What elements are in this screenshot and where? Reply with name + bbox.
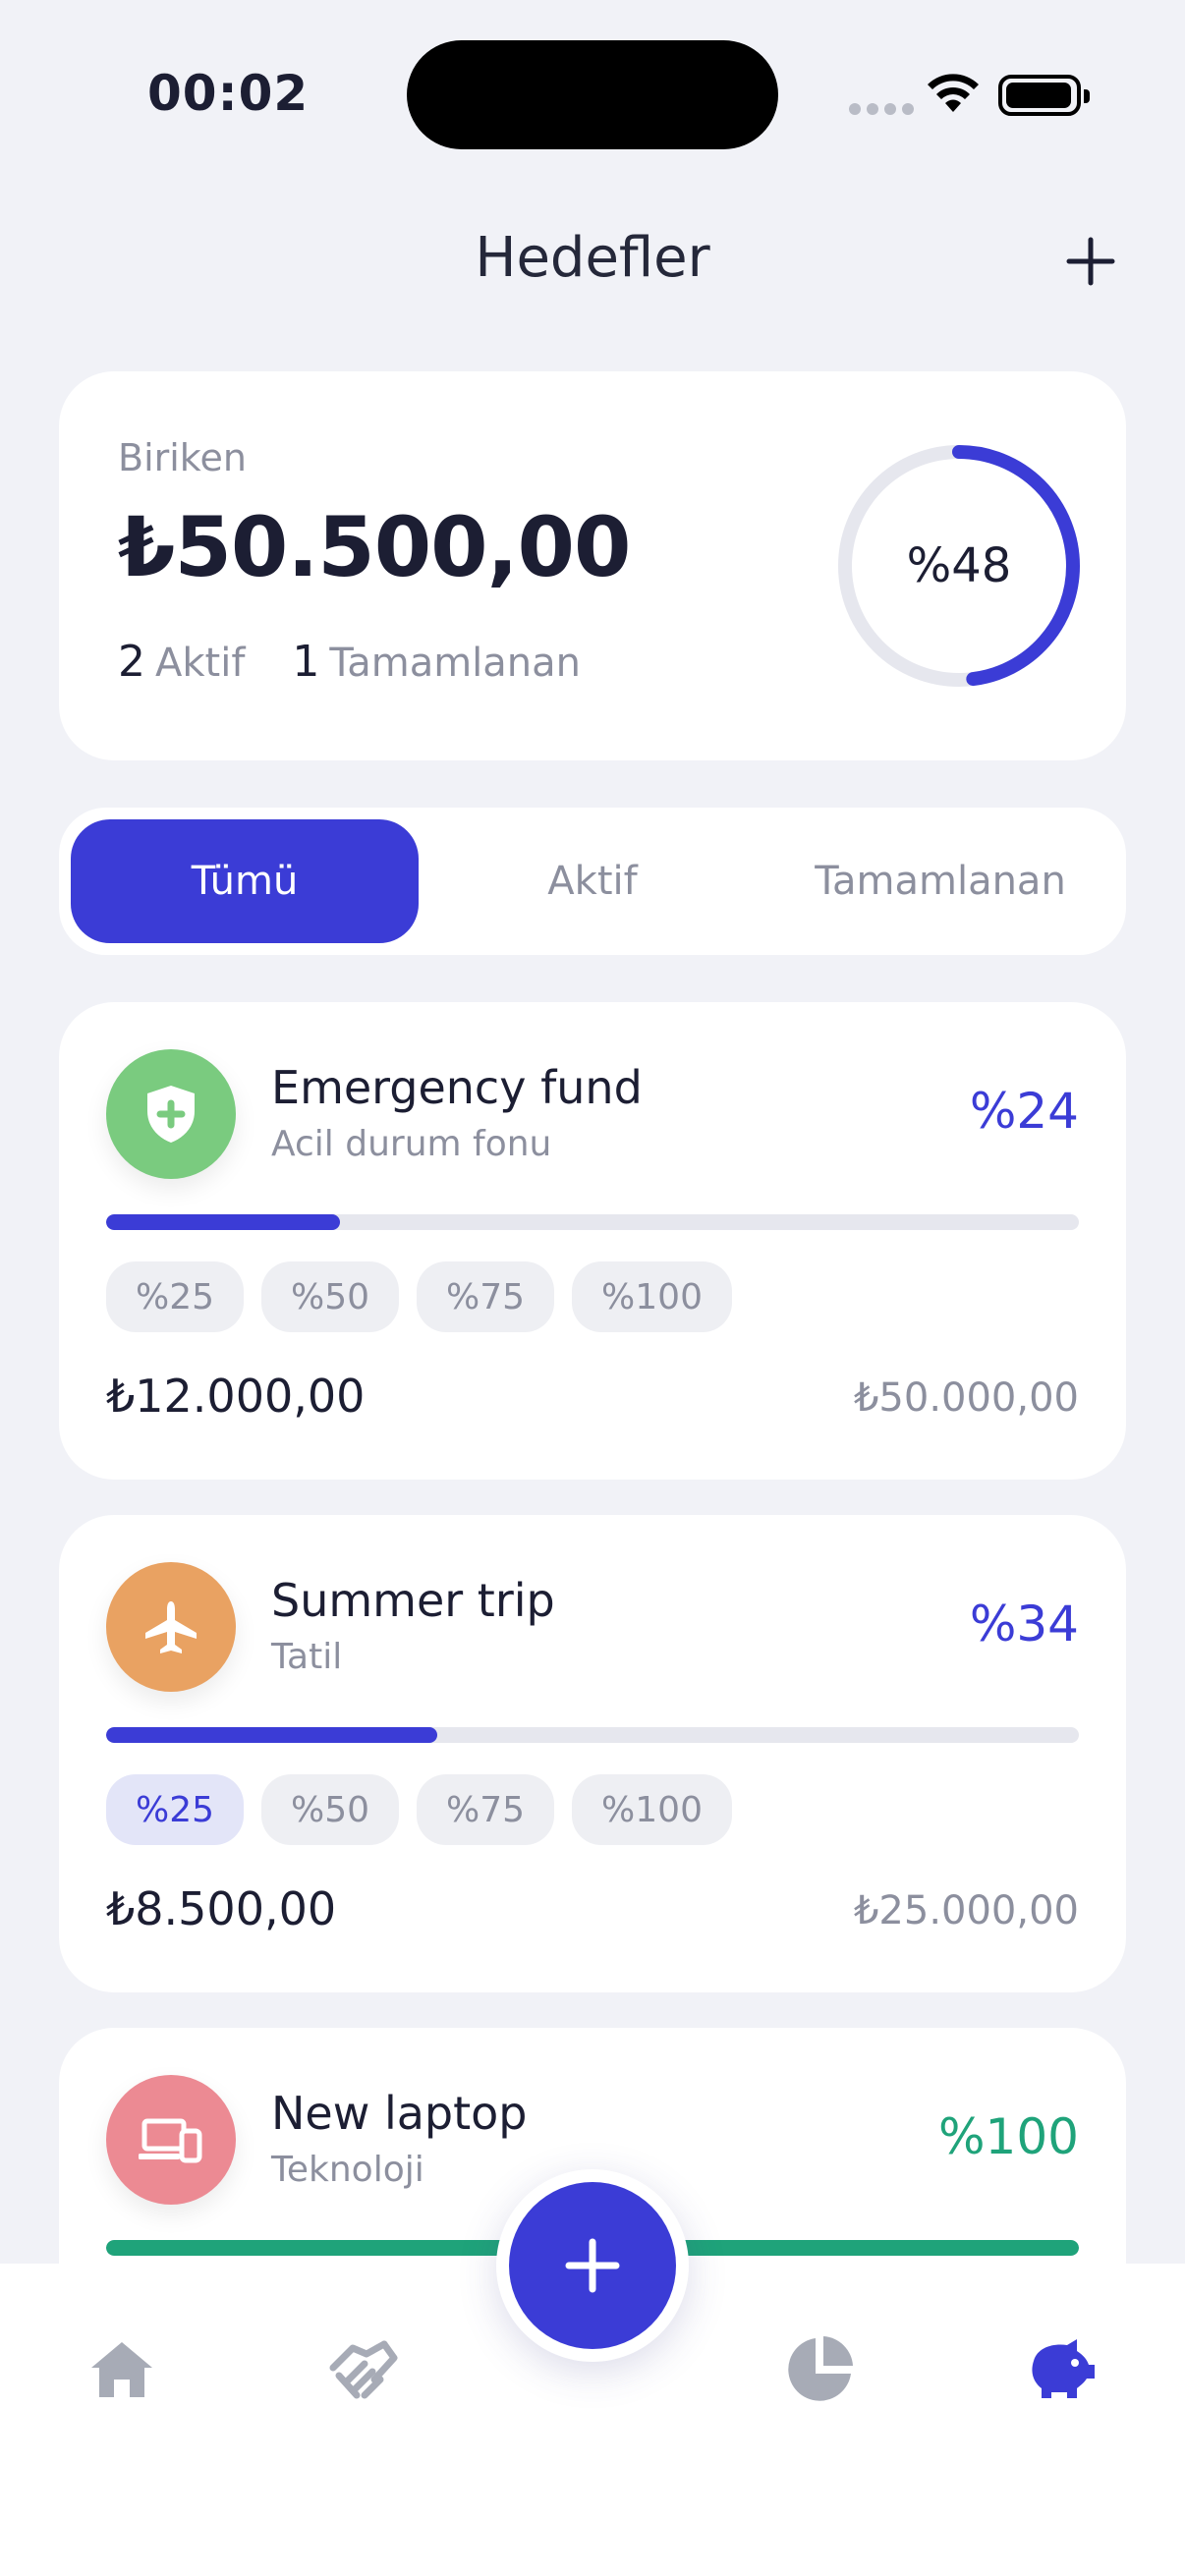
- handshake-icon: [329, 2340, 398, 2399]
- active-stat: 2 Aktif: [118, 637, 246, 687]
- current-amount: ₺8.500,00: [106, 1882, 337, 1935]
- page-title: Hedefler: [475, 226, 710, 290]
- goal-name: Summer trip: [271, 1574, 555, 1627]
- goal-name: New laptop: [271, 2087, 528, 2140]
- add-transaction-fab[interactable]: [509, 2182, 676, 2349]
- goals-tab[interactable]: [1022, 2330, 1100, 2409]
- tab-all[interactable]: Tümü: [71, 819, 419, 943]
- completed-stat: 1 Tamamlanan: [292, 637, 582, 687]
- chip-75[interactable]: %75: [417, 1261, 555, 1332]
- status-time: 00:02: [147, 65, 310, 122]
- plus-icon: [1066, 237, 1115, 286]
- battery-icon: [998, 75, 1090, 116]
- chip-25[interactable]: %25: [106, 1261, 245, 1332]
- target-amount: ₺50.000,00: [853, 1375, 1079, 1421]
- status-bar: 00:02: [0, 0, 1185, 187]
- current-amount: ₺12.000,00: [106, 1370, 366, 1423]
- goal-filter-tabs: Tümü Aktif Tamamlanan: [59, 808, 1126, 955]
- transactions-tab[interactable]: [324, 2330, 403, 2409]
- target-amount: ₺25.000,00: [853, 1888, 1079, 1933]
- saved-amount: ₺50.500,00: [118, 499, 631, 595]
- goal-category: Tatil: [271, 1637, 343, 1677]
- goal-card-summer-trip[interactable]: Summer trip Tatil %34 %25 %50 %75 %100 ₺…: [59, 1515, 1126, 1992]
- tab-active[interactable]: Aktif: [419, 819, 766, 943]
- overall-progress-text: %48: [906, 538, 1012, 593]
- tab-completed[interactable]: Tamamlanan: [766, 819, 1114, 943]
- chip-75[interactable]: %75: [417, 1774, 555, 1845]
- goal-stats: 2 Aktif 1 Tamamlanan: [118, 637, 581, 687]
- goal-percent: %24: [969, 1083, 1079, 1140]
- home-tab[interactable]: [83, 2330, 161, 2409]
- cellular-signal-icon: [849, 103, 914, 115]
- chip-100[interactable]: %100: [572, 1261, 732, 1332]
- goal-percent: %100: [938, 2108, 1079, 2165]
- devices-icon: [106, 2075, 236, 2205]
- goal-category: Acil durum fonu: [271, 1124, 552, 1164]
- wifi-icon: [928, 74, 979, 112]
- chip-50[interactable]: %50: [261, 1261, 400, 1332]
- savings-summary-card: Biriken ₺50.500,00 2 Aktif 1 Tamamlanan %4…: [59, 371, 1126, 760]
- dynamic-island: [407, 40, 778, 149]
- chip-100[interactable]: %100: [572, 1774, 732, 1845]
- piggy-bank-icon: [1032, 2339, 1095, 2398]
- saved-label: Biriken: [118, 436, 247, 479]
- goal-progress-bar: [106, 1727, 1079, 1743]
- goal-progress-bar: [106, 1214, 1079, 1230]
- quick-percent-chips: %25 %50 %75 %100: [106, 1261, 732, 1332]
- chip-50[interactable]: %50: [261, 1774, 400, 1845]
- quick-percent-chips: %25 %50 %75 %100: [106, 1774, 732, 1845]
- chip-25[interactable]: %25: [106, 1774, 245, 1845]
- goal-card-emergency-fund[interactable]: Emergency fund Acil durum fonu %24 %25 %…: [59, 1002, 1126, 1480]
- reports-tab[interactable]: [780, 2330, 859, 2409]
- add-goal-button[interactable]: [1063, 234, 1118, 289]
- goal-category: Teknoloji: [271, 2150, 424, 2190]
- plus-icon: [565, 2238, 620, 2293]
- pie-chart-icon: [788, 2336, 853, 2401]
- goal-name: Emergency fund: [271, 1061, 643, 1114]
- airplane-icon: [106, 1562, 236, 1692]
- goal-percent: %34: [969, 1596, 1079, 1652]
- shield-plus-icon: [106, 1049, 236, 1179]
- home-icon: [91, 2342, 152, 2397]
